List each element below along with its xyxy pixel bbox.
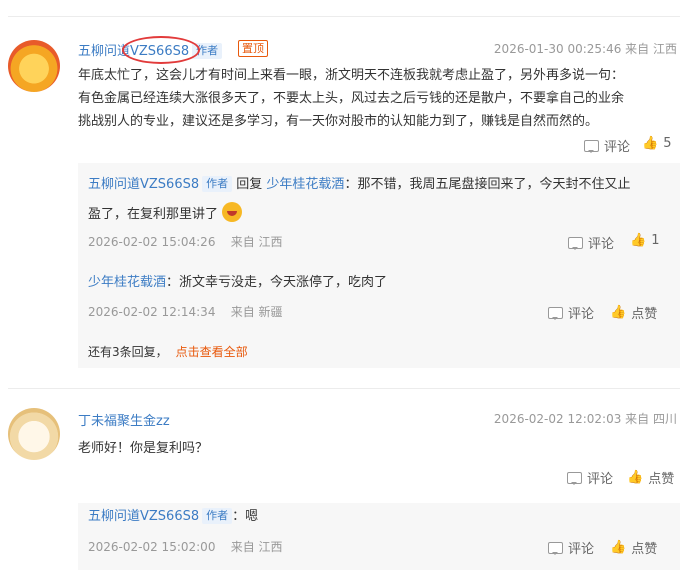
reply-text: ：那不错，我周五尾盘接回来了，今天封不住又止 [344, 177, 631, 192]
thumbs-up-icon: 👍 [630, 233, 647, 248]
reply-word: 回复 [236, 177, 263, 192]
reply-location: 来自 江西 [230, 540, 283, 554]
replies-container: 五柳问道VZS66S8 作者 回复 少年桂花载酒：那不错，我周五尾盘接回来了，今天… [78, 163, 680, 368]
comment-body: 老师好！你是复利吗？ [78, 441, 209, 456]
like-count: 1 [651, 233, 660, 248]
comment-button[interactable]: 评论 [548, 303, 594, 322]
comment-line: 挑战别人的专业，建议还是多学习，有一天你对股市的认知能力到了，赚钱是自然而然的。 [78, 114, 599, 129]
comment-label: 评论 [568, 542, 595, 557]
avatar[interactable] [8, 40, 60, 92]
reply-location: 来自 新疆 [230, 305, 283, 319]
reply-time: 2026-02-02 15:02:00 [88, 540, 216, 554]
reply-time: 2026-02-02 12:14:34 来自 新疆 [88, 303, 283, 320]
author-tag: 作者 [202, 508, 233, 524]
reply-text: 盈了，在复利那里讲了 [88, 207, 219, 222]
comment-label: 评论 [588, 237, 615, 252]
comment-icon [584, 139, 599, 153]
comment-line: 年底太忙了，这会儿才有时间上来看一眼，浙文明天不连板我就考虑止盈了，另外再多说一… [78, 68, 625, 83]
comment-icon [568, 236, 583, 250]
replies-container: 五柳问道VZS66S8 作者 ：嗯 2026-02-02 15:02:00 来自 江… [78, 503, 680, 570]
comment-icon [548, 541, 563, 555]
comment-button[interactable]: 评论 [584, 136, 630, 155]
top-divider [8, 16, 680, 17]
comment-button[interactable]: 评论 [548, 538, 594, 557]
pinned-badge: 置顶 [238, 40, 268, 57]
reply-to-user[interactable]: 少年桂花载酒 [266, 177, 344, 192]
reply-author[interactable]: 五柳问道VZS66S8 [88, 177, 199, 192]
comment-body: 年底太忙了，这会儿才有时间上来看一眼，浙文明天不连板我就考虑止盈了，另外再多说一… [78, 64, 678, 133]
like-count: 5 [663, 136, 672, 151]
reply-location: 来自 江西 [230, 235, 283, 249]
author-tag: 作者 [202, 176, 233, 192]
more-replies: 还有3条回复， 点击查看全部 [88, 343, 248, 360]
comment-icon [567, 471, 582, 485]
view-all-replies-link[interactable]: 点击查看全部 [176, 345, 248, 359]
reply-text: ：嗯 [232, 509, 259, 524]
reply-time: 2026-02-02 15:02:00 来自 江西 [88, 538, 283, 555]
comment-label: 评论 [568, 307, 595, 322]
reply: 少年桂花载酒：浙文幸亏没走，今天涨停了，吃肉了 [88, 271, 387, 294]
thumbs-up-icon: 👍 [642, 136, 659, 151]
avatar[interactable] [8, 408, 60, 460]
reply-author[interactable]: 少年桂花载酒 [88, 275, 166, 290]
reply: 五柳问道VZS66S8 作者 ：嗯 [88, 505, 258, 528]
like-button[interactable]: 👍 点赞 [610, 303, 657, 322]
comment-button[interactable]: 评论 [568, 233, 614, 252]
like-button[interactable]: 👍 1 [630, 233, 659, 248]
thumbs-up-icon: 👍 [610, 540, 627, 555]
like-button[interactable]: 👍 5 [642, 136, 671, 151]
like-label: 点赞 [648, 472, 675, 487]
like-label: 点赞 [631, 307, 658, 322]
thumbs-up-icon: 👍 [610, 305, 627, 320]
comment-author[interactable]: 丁未福聚生金zz [78, 410, 170, 429]
highlight-circle [122, 36, 200, 64]
comment-button[interactable]: 评论 [567, 468, 613, 487]
comment-time-location: 2026-02-02 12:02:03 来自 四川 [493, 412, 677, 426]
reply-author[interactable]: 五柳问道VZS66S8 [88, 509, 199, 524]
like-button[interactable]: 👍 点赞 [627, 468, 674, 487]
comment-label: 评论 [604, 140, 631, 155]
comment-line: 有色金属已经连续大涨很多天了，不要太上头，风过去之后亏钱的还是散户，不要拿自己的… [78, 91, 625, 106]
thumbs-up-icon: 👍 [627, 470, 644, 485]
comment-divider [8, 388, 680, 389]
more-replies-text: 还有3条回复， [88, 345, 168, 359]
comment-label: 评论 [587, 472, 614, 487]
reply-time: 2026-02-02 12:14:34 [88, 305, 216, 319]
laughing-emoji-icon [222, 202, 243, 222]
like-label: 点赞 [631, 542, 658, 557]
reply-text: ：浙文幸亏没走，今天涨停了，吃肉了 [166, 275, 388, 290]
like-button[interactable]: 👍 点赞 [610, 538, 657, 557]
reply-time: 2026-02-02 15:04:26 来自 江西 [88, 233, 283, 250]
reply: 五柳问道VZS66S8 作者 回复 少年桂花载酒：那不错，我周五尾盘接回来了，今天… [88, 173, 676, 226]
comment-icon [548, 306, 563, 320]
comment-time-location: 2026-01-30 00:25:46 来自 江西 [493, 42, 677, 56]
reply-time: 2026-02-02 15:04:26 [88, 235, 216, 249]
